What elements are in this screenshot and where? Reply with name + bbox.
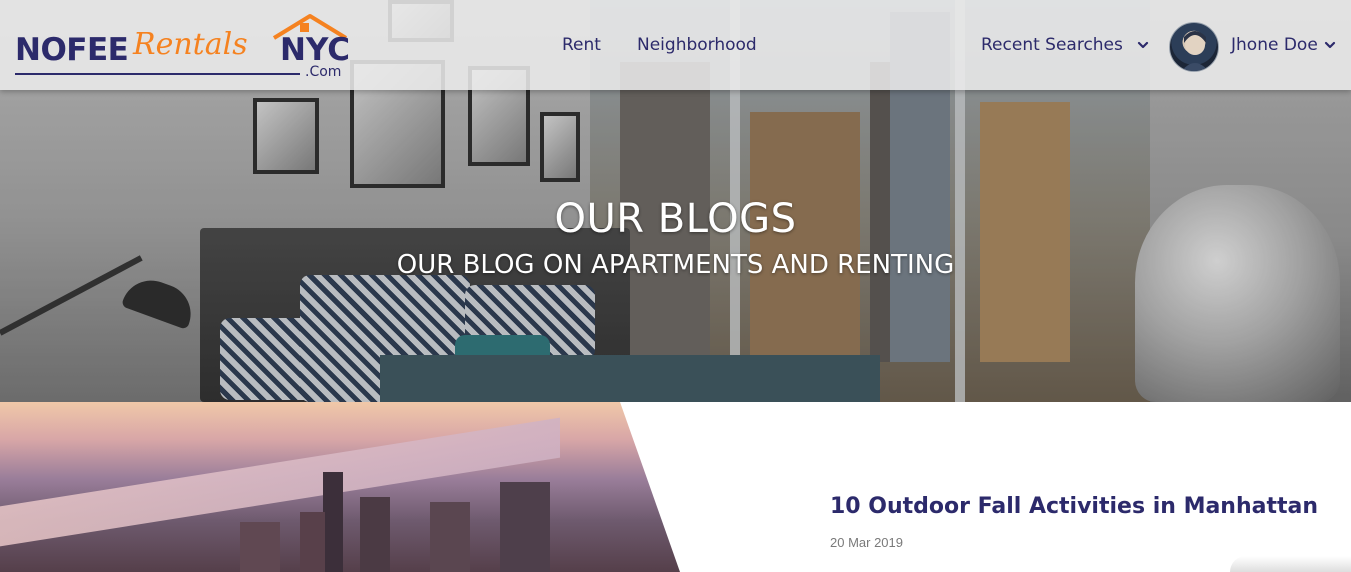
hero-title: OUR BLOGS — [554, 196, 797, 242]
chevron-down-icon[interactable] — [1137, 39, 1149, 51]
top-navbar: NOFEE Rentals NYC .Com Rent Neighborhood… — [0, 0, 1351, 90]
image-tower — [500, 482, 550, 572]
hero-subtitle: OUR BLOG ON APARTMENTS AND RENTING — [396, 250, 955, 280]
site-logo[interactable]: NOFEE Rentals NYC .Com — [15, 12, 350, 82]
logo-com-text: .Com — [305, 64, 342, 80]
image-tower — [360, 497, 390, 572]
user-menu-name[interactable]: Jhone Doe — [1231, 35, 1318, 55]
image-tower — [323, 472, 343, 572]
chevron-down-icon[interactable] — [1324, 39, 1336, 51]
post-date: 20 Mar 2019 — [830, 535, 903, 550]
nav-link-neighborhood[interactable]: Neighborhood — [637, 35, 757, 55]
logo-nyc-text: NYC — [280, 32, 351, 68]
nav-link-rent[interactable]: Rent — [562, 35, 601, 55]
recent-searches-dropdown[interactable]: Recent Searches — [981, 35, 1123, 55]
image-tower — [300, 512, 325, 572]
image-tower — [240, 522, 280, 572]
floating-widget-edge — [1230, 556, 1351, 572]
image-tower — [430, 502, 470, 572]
logo-nofee-text: NOFEE — [15, 32, 129, 68]
logo-underline — [15, 73, 300, 75]
user-avatar[interactable] — [1169, 22, 1219, 72]
avatar-person-icon — [1181, 31, 1209, 71]
image-river — [0, 417, 560, 547]
blog-page: OUR BLOGS OUR BLOG ON APARTMENTS AND REN… — [0, 0, 1351, 572]
post-image-manhattan-aerial[interactable] — [0, 402, 680, 572]
post-title[interactable]: 10 Outdoor Fall Activities in Manhattan — [830, 494, 1318, 519]
logo-rentals-text: Rentals — [133, 27, 248, 62]
